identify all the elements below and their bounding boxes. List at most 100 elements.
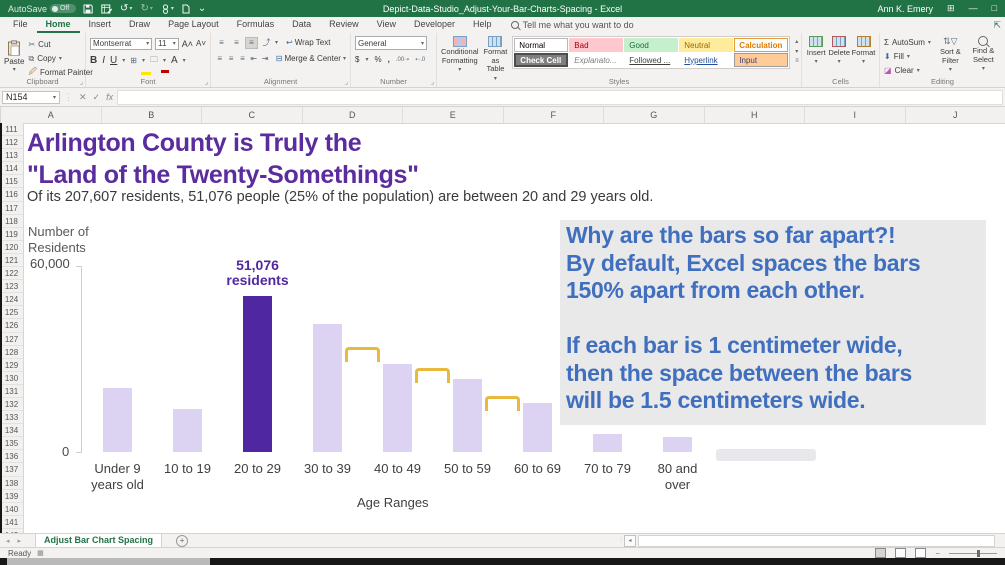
cell-style-check[interactable]: Check Cell [514, 53, 568, 67]
row-header-127[interactable]: 127 [0, 333, 23, 346]
column-header-I[interactable]: I [805, 107, 906, 123]
cell-style-hyperlink[interactable]: Hyperlink [679, 53, 733, 67]
row-header-126[interactable]: 126 [0, 319, 23, 332]
merge-center-button[interactable]: Merge & Center [285, 54, 341, 63]
bar-50-to-59[interactable] [453, 379, 482, 452]
paste-button[interactable]: Paste ▾ [4, 36, 24, 76]
horizontal-scrollbar[interactable] [638, 535, 995, 547]
bar-80-and-over[interactable] [663, 437, 692, 452]
row-header-134[interactable]: 134 [0, 424, 23, 437]
bar-30-to-39[interactable] [313, 324, 342, 452]
zoom-slider-thumb[interactable] [977, 550, 980, 557]
increase-indent-icon[interactable]: ⇥ [260, 53, 269, 65]
percent-style-icon[interactable]: % [374, 55, 381, 64]
page-break-view-icon[interactable] [915, 548, 926, 558]
delete-cells-button[interactable]: Delete▾ [828, 36, 850, 65]
undo-icon[interactable]: ↺▾ [120, 3, 132, 14]
row-header-139[interactable]: 139 [0, 490, 23, 503]
macro-record-icon[interactable]: ▦ [37, 549, 44, 557]
callout-textbox[interactable]: Why are the bars so far apart?!By defaul… [560, 220, 986, 425]
format-cells-button[interactable]: Format▾ [852, 36, 875, 65]
autosave-switch[interactable]: Off [50, 4, 76, 13]
tab-data[interactable]: Data [283, 17, 320, 33]
row-header-128[interactable]: 128 [0, 346, 23, 359]
zoom-slider[interactable] [949, 553, 997, 554]
conditional-formatting-button[interactable]: Conditional Formatting▾ [441, 36, 479, 73]
row-header-120[interactable]: 120 [0, 241, 23, 254]
bottom-align-icon[interactable]: ≡ [245, 37, 258, 49]
fill-color-icon[interactable]: 🗀 [150, 54, 158, 68]
restore-icon[interactable]: □ [992, 3, 997, 14]
font-dialog-launcher-icon[interactable]: ⌟ [205, 78, 208, 86]
row-header-112[interactable]: 112 [0, 136, 23, 149]
number-dialog-launcher-icon[interactable]: ⌟ [431, 78, 434, 86]
row-header-136[interactable]: 136 [0, 450, 23, 463]
minimize-icon[interactable]: — [969, 3, 978, 14]
insert-cells-button[interactable]: Insert▾ [806, 36, 826, 65]
column-header-J[interactable]: J [906, 107, 1005, 123]
tab-page-layout[interactable]: Page Layout [159, 17, 228, 33]
touch-mode-dropdown-icon[interactable]: ▾ [171, 5, 174, 12]
gallery-down-icon[interactable]: ▾ [795, 48, 799, 55]
font-family-select[interactable]: Montserrat▾ [90, 38, 152, 50]
bar-40-to-49[interactable] [383, 364, 412, 452]
format-as-table-button[interactable]: Format as Table▾ [484, 36, 508, 82]
cell-style-bad[interactable]: Bad [569, 38, 623, 52]
align-left-icon[interactable]: ≡ [215, 53, 224, 65]
find-select-button[interactable]: Find & Select▾ [970, 36, 997, 77]
insert-function-icon[interactable]: fx [106, 92, 113, 102]
bar-60-to-69[interactable] [523, 403, 552, 452]
row-header-111[interactable]: 111 [0, 123, 23, 136]
tab-split-handle[interactable]: ⁞ [620, 537, 622, 544]
tab-help[interactable]: Help [464, 17, 501, 33]
tab-view[interactable]: View [368, 17, 405, 33]
tab-file[interactable]: File [4, 17, 37, 33]
wrap-text-button[interactable]: Wrap Text [295, 38, 331, 47]
row-header-118[interactable]: 118 [0, 215, 23, 228]
zoom-out-button[interactable]: − [935, 549, 940, 558]
row-header-114[interactable]: 114 [0, 162, 23, 175]
tab-draw[interactable]: Draw [120, 17, 159, 33]
confirm-entry-icon[interactable]: ✓ [93, 92, 101, 103]
decrease-indent-icon[interactable]: ⇤ [249, 53, 258, 65]
cell-style-input[interactable]: Input [734, 53, 788, 67]
normal-view-icon[interactable] [875, 548, 886, 558]
cell-style-calculation[interactable]: Calculation [734, 38, 788, 52]
bar-20-to-29[interactable] [243, 296, 272, 452]
row-header-113[interactable]: 113 [0, 149, 23, 162]
row-header-137[interactable]: 137 [0, 463, 23, 476]
font-color-icon[interactable]: A [171, 55, 178, 66]
column-header-F[interactable]: F [504, 107, 605, 123]
new-sheet-button[interactable]: + [176, 535, 188, 547]
bold-button[interactable]: B [90, 55, 97, 66]
sheet-nav-right-icon[interactable]: ▸ [18, 538, 30, 545]
row-header-133[interactable]: 133 [0, 411, 23, 424]
number-format-select[interactable]: General▾ [355, 36, 427, 50]
column-header-A[interactable]: A [1, 107, 102, 123]
top-align-icon[interactable]: ≡ [215, 37, 228, 49]
spreadsheet-edit-icon[interactable] [101, 4, 112, 14]
tab-home[interactable]: Home [37, 17, 80, 33]
shrink-font-icon[interactable]: A˅ [196, 39, 206, 48]
middle-align-icon[interactable]: ≡ [230, 37, 243, 49]
save-icon[interactable] [83, 4, 93, 14]
copy-button[interactable]: ⧉Copy▾ [28, 52, 92, 65]
comma-style-icon[interactable]: , [388, 55, 390, 64]
gallery-more-icon[interactable]: ≡ [795, 58, 799, 64]
qat-overflow-icon[interactable]: ⌄ [198, 3, 206, 14]
touch-mode-icon[interactable]: ▾ [161, 4, 174, 14]
row-header-125[interactable]: 125 [0, 306, 23, 319]
row-header-123[interactable]: 123 [0, 280, 23, 293]
hscroll-left-icon[interactable]: ◂ [624, 535, 636, 547]
align-right-icon[interactable]: ≡ [238, 53, 247, 65]
cell-style-followed[interactable]: Followed ... [624, 53, 678, 67]
column-header-B[interactable]: B [102, 107, 203, 123]
orientation-icon[interactable]: ⤴ [260, 37, 273, 49]
row-header-121[interactable]: 121 [0, 254, 23, 267]
clear-button[interactable]: ◪Clear▾ [884, 64, 931, 77]
decrease-decimal-icon[interactable]: ⇠.0 [415, 56, 425, 63]
alignment-dialog-launcher-icon[interactable]: ⌟ [345, 78, 348, 86]
ribbon-display-options-icon[interactable]: ⊞ [947, 3, 955, 14]
autosum-button[interactable]: ΣAutoSum▾ [884, 36, 931, 49]
document-icon[interactable] [182, 4, 190, 14]
